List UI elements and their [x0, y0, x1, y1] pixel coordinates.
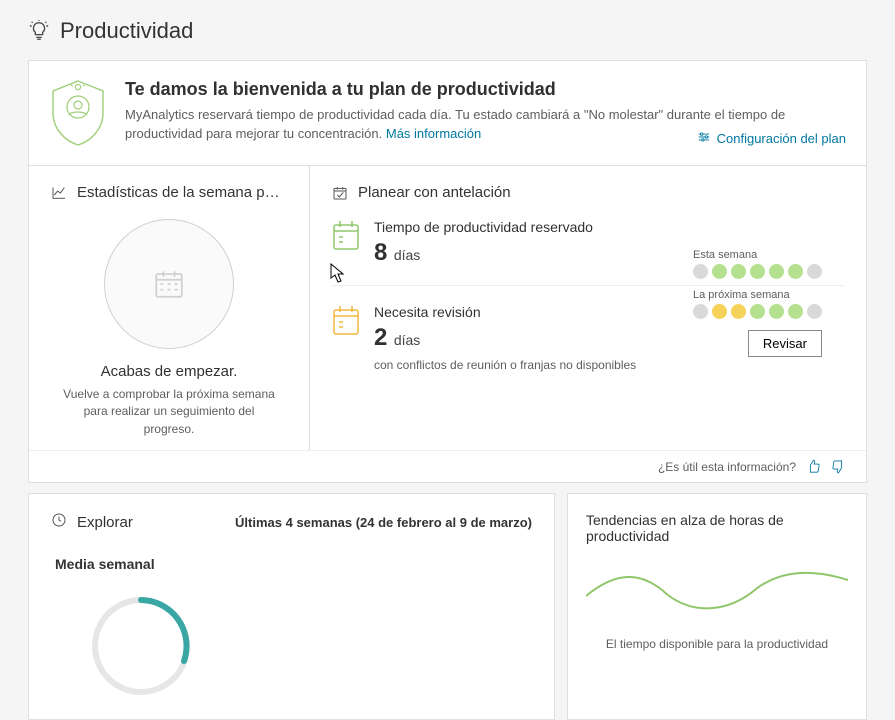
empty-progress-ring — [104, 219, 234, 349]
productivity-card: Te damos la bienvenida a tu plan de prod… — [28, 60, 867, 483]
trends-desc: El tiempo disponible para la productivid… — [586, 637, 848, 651]
trend-sparkline — [586, 566, 848, 621]
reserved-value: 8 — [374, 239, 387, 266]
trends-card: Tendencias en alza de horas de productiv… — [567, 493, 867, 720]
line-chart-icon — [51, 185, 67, 201]
clock-icon — [51, 512, 67, 532]
trends-heading: Tendencias en alza de horas de productiv… — [586, 512, 848, 544]
date-range: Últimas 4 semanas (24 de febrero al 9 de… — [235, 515, 532, 530]
plan-ahead-heading: Planear con antelación — [358, 184, 511, 201]
review-title: Necesita revisión — [374, 304, 636, 320]
review-unit: días — [394, 332, 420, 348]
thumbs-up-icon[interactable] — [806, 459, 821, 474]
week-stats-heading: Estadísticas de la semana p… — [77, 184, 280, 201]
welcome-title: Te damos la bienvenida a tu plan de prod… — [125, 79, 846, 100]
feedback-question: ¿Es útil esta información? — [658, 460, 796, 474]
learn-more-link[interactable]: Más información — [386, 126, 481, 141]
week-stats-empty-desc: Vuelve a comprobar la próxima semana par… — [51, 386, 287, 438]
plan-config-button[interactable]: Configuración del plan — [697, 130, 846, 147]
explore-card: Explorar Últimas 4 semanas (24 de febrer… — [28, 493, 555, 720]
lightbulb-icon — [28, 20, 50, 42]
thumbs-down-icon[interactable] — [831, 459, 846, 474]
sliders-icon — [697, 130, 711, 147]
plan-ahead-section: Planear con antelación Tiempo de product… — [309, 166, 866, 450]
weekly-avg-donut — [81, 586, 201, 706]
review-subtitle: con conflictos de reunión o franjas no d… — [374, 358, 636, 372]
reserved-title: Tiempo de productividad reservado — [374, 219, 593, 235]
reserved-unit: días — [394, 247, 420, 263]
calendar-check-icon — [332, 185, 348, 201]
revise-button[interactable]: Revisar — [748, 330, 822, 357]
calendar-icon — [332, 219, 360, 251]
page-header: Productividad — [0, 0, 895, 54]
this-week-label: Esta semana — [693, 249, 822, 261]
plan-ahead-item-review: Necesita revisión 2 días con conflictos … — [332, 285, 844, 372]
calendar-warning-icon — [332, 304, 360, 336]
week-stats-empty-title: Acabas de empezar. — [51, 363, 287, 380]
welcome-banner: Te damos la bienvenida a tu plan de prod… — [29, 61, 866, 165]
explore-heading: Explorar — [77, 514, 133, 531]
page-title: Productividad — [60, 18, 193, 44]
feedback-row: ¿Es útil esta información? — [29, 450, 866, 482]
plan-ahead-item-reserved: Tiempo de productividad reservado 8 días… — [332, 219, 844, 267]
weekly-avg-label: Media semanal — [55, 556, 532, 572]
week-stats-section: Estadísticas de la semana p… Acabas de e… — [29, 166, 309, 450]
review-value: 2 — [374, 324, 387, 351]
shield-user-icon — [49, 79, 107, 147]
